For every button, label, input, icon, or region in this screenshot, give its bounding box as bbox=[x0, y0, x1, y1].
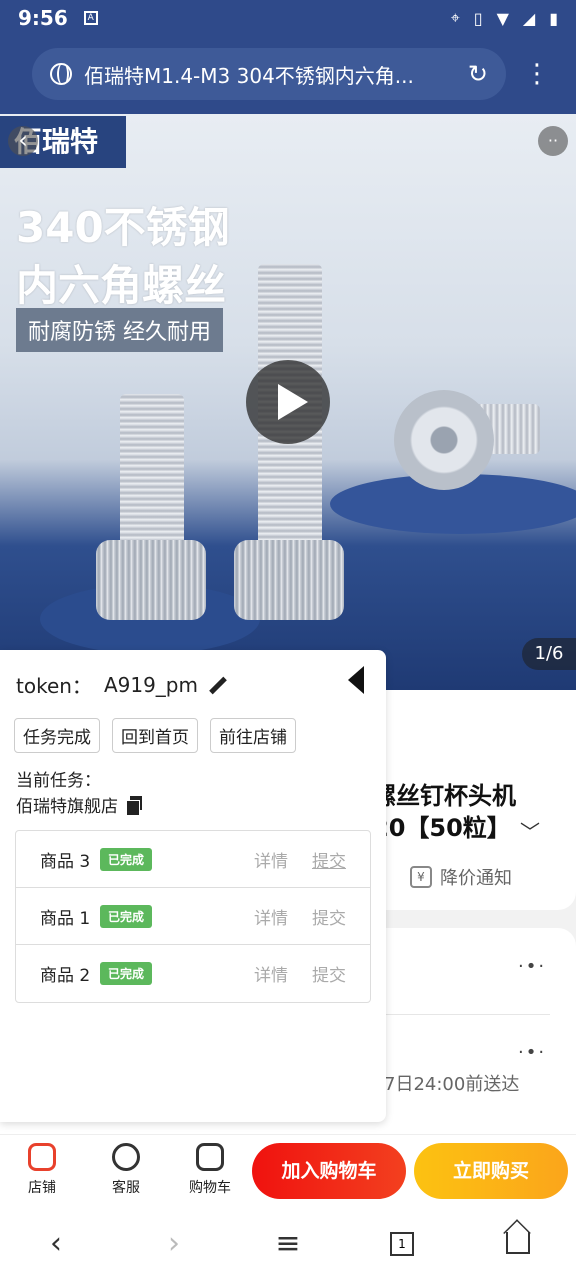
current-task-label: 当前任务： bbox=[16, 771, 101, 791]
task-row: 商品 3 已完成 详情 提交 bbox=[16, 831, 370, 888]
hero-headline-1: 340不锈钢 bbox=[16, 203, 230, 252]
product-title-line2: 20【50粒】 bbox=[372, 814, 511, 842]
panel-button-row: 任务完成 回到首页 前往店铺 bbox=[14, 718, 296, 753]
status-icons: ⌖ ▯ ▼ ◢ ▮ bbox=[451, 8, 558, 28]
token-row: token： A919_pm bbox=[16, 670, 228, 699]
cart-label: 购物车 bbox=[189, 1180, 231, 1196]
copy-icon[interactable] bbox=[126, 795, 142, 816]
store-button[interactable]: 店铺 bbox=[12, 1143, 72, 1197]
task-row: 商品 2 已完成 详情 提交 bbox=[16, 945, 370, 1002]
home-icon[interactable] bbox=[506, 1232, 530, 1254]
product-title-line1: 螺丝钉杯头机 bbox=[372, 782, 516, 810]
customer-service-button[interactable]: 客服 bbox=[96, 1143, 156, 1197]
hero-headline-2: 内六角螺丝 bbox=[16, 261, 227, 310]
status-time: 9:56 bbox=[18, 6, 68, 30]
buy-now-button[interactable]: 立即购买 bbox=[414, 1143, 568, 1199]
price-notify-button[interactable]: ¥ 降价通知 bbox=[410, 864, 512, 890]
divider bbox=[386, 1014, 550, 1015]
image-counter: 1/6 bbox=[522, 638, 576, 670]
back-arrow-icon[interactable]: ‹ bbox=[40, 1228, 72, 1260]
more-dots-icon[interactable]: ·•· bbox=[518, 1042, 546, 1063]
menu-icon[interactable]: ≡ bbox=[272, 1228, 304, 1260]
task-detail-link[interactable]: 详情 bbox=[254, 847, 288, 872]
back-home-button[interactable]: 回到首页 bbox=[112, 718, 198, 753]
overflow-menu-icon[interactable]: ⋮ bbox=[524, 60, 550, 88]
current-task-shop: 佰瑞特旗舰店 bbox=[16, 792, 142, 817]
token-value: A919_pm bbox=[103, 672, 198, 697]
browser-nav-bar: ‹ › ≡ 1 bbox=[0, 1210, 576, 1280]
globe-icon bbox=[50, 63, 72, 85]
chevron-down-icon[interactable]: ﹀ bbox=[520, 816, 540, 845]
task-detail-link[interactable]: 详情 bbox=[254, 904, 288, 929]
token-label: token： bbox=[16, 674, 92, 698]
task-row: 商品 1 已完成 详情 提交 bbox=[16, 888, 370, 945]
task-submit-link[interactable]: 提交 bbox=[312, 961, 346, 986]
task-name: 商品 3 bbox=[40, 851, 91, 872]
vibrate-icon: ▯ bbox=[473, 8, 483, 28]
back-icon[interactable]: ‹ bbox=[8, 126, 38, 156]
status-bar: 9:56 A ⌖ ▯ ▼ ◢ ▮ bbox=[0, 0, 576, 36]
go-store-button[interactable]: 前往店铺 bbox=[210, 718, 296, 753]
task-panel: token： A919_pm 任务完成 回到首页 前往店铺 当前任务： 佰瑞特旗… bbox=[0, 650, 386, 1122]
hero-tagline: 耐腐防锈 经久耐用 bbox=[16, 308, 223, 352]
screw-head bbox=[234, 540, 344, 620]
signal-icon: ◢ bbox=[522, 8, 536, 28]
current-task-value: 佰瑞特旗舰店 bbox=[16, 797, 118, 817]
more-dots-icon[interactable]: ·•· bbox=[518, 956, 546, 977]
store-icon bbox=[28, 1143, 56, 1171]
task-submit-link[interactable]: 提交 bbox=[312, 847, 346, 872]
screw-head bbox=[96, 540, 206, 620]
status-badge: 已完成 bbox=[100, 904, 153, 928]
task-list: 商品 3 已完成 详情 提交 商品 1 已完成 详情 提交 商品 2 已完成 详… bbox=[15, 830, 371, 1003]
product-image[interactable]: 佰瑞特 ‹ ·· 340不锈钢 内六角螺丝 耐腐防锈 经久耐用 1/6 bbox=[0, 114, 576, 690]
status-badge: 已完成 bbox=[100, 847, 153, 871]
browser-toolbar: 佰瑞特M1.4-M3 304不锈钢内六角... ↻ ⋮ bbox=[0, 36, 576, 114]
notification-a-icon: A bbox=[83, 11, 98, 25]
screw-thread bbox=[120, 394, 184, 554]
price-notify-label: 降价通知 bbox=[440, 868, 512, 889]
service-label: 客服 bbox=[112, 1180, 140, 1196]
yen-icon: ¥ bbox=[410, 866, 432, 888]
wifi-icon: ▼ bbox=[496, 8, 509, 28]
chat-icon bbox=[112, 1143, 140, 1171]
store-label: 店铺 bbox=[28, 1180, 56, 1196]
battery-icon: ▮ bbox=[549, 8, 558, 28]
location-icon: ⌖ bbox=[450, 8, 460, 27]
product-title: 螺丝钉杯头机 20【50粒】 bbox=[372, 780, 572, 844]
task-submit-link[interactable]: 提交 bbox=[312, 904, 346, 929]
forward-arrow-icon[interactable]: › bbox=[158, 1228, 190, 1260]
page-title: 佰瑞特M1.4-M3 304不锈钢内六角... bbox=[84, 63, 414, 88]
address-bar[interactable]: 佰瑞特M1.4-M3 304不锈钢内六角... ↻ bbox=[32, 48, 506, 100]
task-name: 商品 2 bbox=[40, 966, 91, 986]
more-icon[interactable]: ·· bbox=[538, 126, 568, 156]
task-name: 商品 1 bbox=[40, 908, 91, 929]
delivery-text: 7日24:00前送达 bbox=[384, 1074, 520, 1095]
reload-icon[interactable]: ↻ bbox=[468, 60, 488, 88]
edit-pencil-icon[interactable] bbox=[206, 674, 228, 696]
add-to-cart-button[interactable]: 加入购物车 bbox=[252, 1143, 406, 1199]
task-complete-button[interactable]: 任务完成 bbox=[14, 718, 100, 753]
status-badge: 已完成 bbox=[100, 962, 153, 985]
screw-head-top bbox=[394, 390, 494, 490]
cart-icon bbox=[196, 1143, 224, 1171]
collapse-panel-icon[interactable] bbox=[346, 666, 368, 694]
bottom-action-bar: 店铺 客服 购物车 加入购物车 立即购买 bbox=[0, 1134, 576, 1210]
play-video-button[interactable] bbox=[246, 360, 330, 444]
tabs-count-icon[interactable]: 1 bbox=[390, 1232, 414, 1256]
task-detail-link[interactable]: 详情 bbox=[254, 961, 288, 986]
cart-button[interactable]: 购物车 bbox=[180, 1143, 240, 1197]
